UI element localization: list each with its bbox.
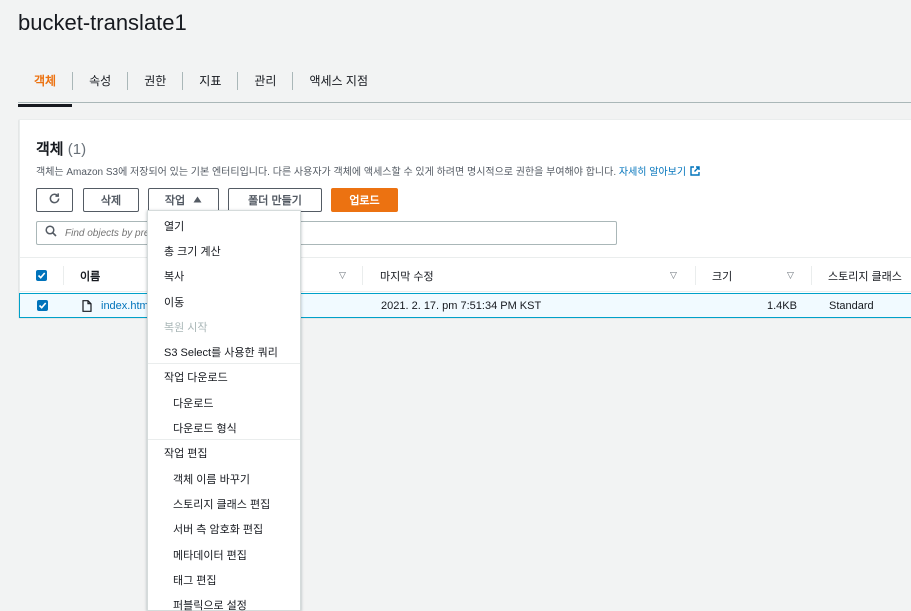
menu-item-initiate-restore: 복원 시작 <box>164 322 208 334</box>
sort-icon[interactable]: ▽ <box>787 270 794 281</box>
object-storage-class: Standard <box>829 299 874 312</box>
actions-button[interactable]: 작업 <box>148 188 219 212</box>
caret-up-icon <box>193 194 202 206</box>
menu-item-edit-encryption[interactable]: 서버 측 암호화 편집 <box>173 521 263 537</box>
select-all-checkbox[interactable] <box>36 258 47 293</box>
column-header-name[interactable]: 이름 <box>80 258 100 293</box>
search-input[interactable] <box>65 227 565 239</box>
column-divider <box>695 266 696 285</box>
objects-description: 객체는 Amazon S3에 저장되어 있는 기본 엔터티입니다. 다른 사용자… <box>36 163 700 179</box>
menu-item-edit-tags[interactable]: 태그 편집 <box>173 572 217 588</box>
menu-item-copy[interactable]: 복사 <box>164 268 184 284</box>
sort-icon[interactable]: ▽ <box>339 270 346 281</box>
menu-item-calculate-total-size[interactable]: 총 크기 계산 <box>164 243 221 259</box>
learn-more-link[interactable]: 자세히 알아보기 <box>619 167 686 178</box>
tab-access-points[interactable]: 액세스 지점 <box>293 72 384 90</box>
menu-item-make-public[interactable]: 퍼블릭으로 설정 <box>173 597 247 611</box>
sort-icon[interactable]: ▽ <box>670 270 677 281</box>
menu-group-edit: 작업 편집 <box>164 448 208 460</box>
column-divider <box>362 266 363 285</box>
tab-permissions[interactable]: 권한 <box>128 72 184 90</box>
column-divider <box>811 266 812 285</box>
tab-metrics[interactable]: 지표 <box>183 72 239 90</box>
object-size: 1.4KB <box>767 299 797 312</box>
page-title: bucket-translate1 <box>18 10 187 35</box>
external-link-icon[interactable] <box>690 166 700 179</box>
delete-button[interactable]: 삭제 <box>83 188 139 212</box>
object-name-link[interactable]: index.html <box>101 294 151 317</box>
menu-group-download: 작업 다운로드 <box>164 372 228 384</box>
search-icon <box>45 224 57 242</box>
actions-dropdown-menu: 열기 총 크기 계산 복사 이동 복원 시작 S3 Select를 사용한 쿼리… <box>147 210 301 611</box>
refresh-icon <box>48 192 61 208</box>
object-last-modified: 2021. 2. 17. pm 7:51:34 PM KST <box>381 299 542 312</box>
column-divider <box>63 266 64 285</box>
menu-divider <box>148 363 300 364</box>
tab-objects[interactable]: 객체 <box>18 72 74 107</box>
refresh-button[interactable] <box>36 188 73 212</box>
menu-item-download[interactable]: 다운로드 <box>173 395 213 411</box>
objects-count: (1) <box>67 141 87 158</box>
upload-button[interactable]: 업로드 <box>331 188 398 212</box>
actions-label: 작업 <box>164 195 186 207</box>
row-checkbox[interactable] <box>37 294 48 317</box>
tab-properties[interactable]: 속성 <box>73 72 129 90</box>
menu-item-download-as[interactable]: 다운로드 형식 <box>173 420 237 436</box>
menu-item-open[interactable]: 열기 <box>164 218 184 234</box>
search-box <box>36 221 617 245</box>
file-icon <box>82 294 92 317</box>
objects-heading: 객체 (1) <box>36 138 86 159</box>
objects-heading-text: 객체 <box>36 141 64 158</box>
menu-item-move[interactable]: 이동 <box>164 294 184 310</box>
menu-item-edit-storage-class[interactable]: 스토리지 클래스 편집 <box>173 496 270 512</box>
menu-item-s3-select-query[interactable]: S3 Select를 사용한 쿼리 <box>164 344 278 360</box>
checkbox-checked-icon <box>36 270 47 281</box>
objects-description-text: 객체는 Amazon S3에 저장되어 있는 기본 엔터티입니다. 다른 사용자… <box>36 167 617 178</box>
tab-bar: 객체 속성 권한 지표 관리 액세스 지점 <box>18 60 384 107</box>
tab-divider <box>18 102 911 103</box>
tab-management[interactable]: 관리 <box>238 72 294 90</box>
menu-item-edit-metadata[interactable]: 메타데이터 편집 <box>173 547 247 563</box>
create-folder-button[interactable]: 폴더 만들기 <box>228 188 322 212</box>
column-header-last-modified[interactable]: 마지막 수정 <box>380 258 434 293</box>
checkbox-checked-icon <box>37 300 48 311</box>
column-header-storage-class[interactable]: 스토리지 클래스 <box>828 258 902 293</box>
menu-divider <box>148 439 300 440</box>
column-header-size[interactable]: 크기 <box>712 258 732 293</box>
menu-item-rename-object[interactable]: 객체 이름 바꾸기 <box>173 471 250 487</box>
